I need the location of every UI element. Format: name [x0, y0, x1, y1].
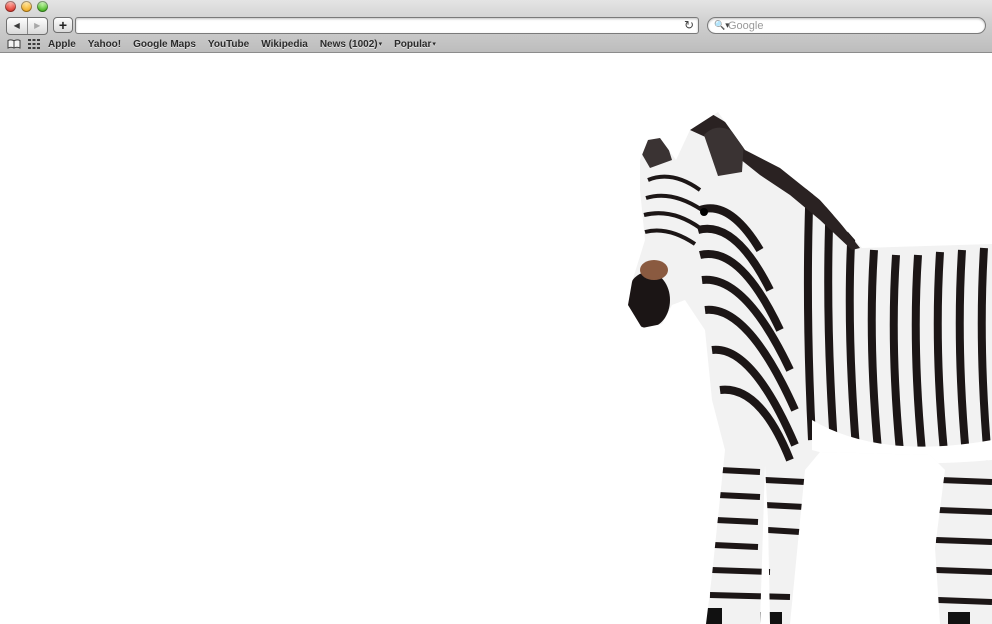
bookmark-folder-news[interactable]: News (1002)▾: [320, 39, 382, 50]
window-controls: [5, 1, 48, 12]
back-forward-group: ◀ ▶: [6, 17, 48, 35]
forward-button[interactable]: ▶: [26, 18, 48, 34]
reload-icon[interactable]: ↻: [684, 18, 694, 33]
minimize-window-button[interactable]: [21, 1, 32, 12]
chevron-down-icon: ▾: [432, 40, 436, 48]
close-window-button[interactable]: [5, 1, 16, 12]
bookmark-folder-label: News (1002): [319, 38, 378, 50]
back-arrow-icon: ◀: [13, 21, 20, 30]
plus-icon: +: [58, 17, 68, 33]
bookmark-apple[interactable]: Apple: [48, 39, 76, 50]
back-button[interactable]: ◀: [7, 18, 27, 34]
bookmark-yahoo[interactable]: Yahoo!: [88, 39, 121, 50]
book-icon[interactable]: [6, 37, 22, 51]
bookmark-folder-label: Popular: [394, 38, 432, 50]
search-field[interactable]: 🔍▾: [707, 17, 986, 34]
bookmark-google-maps[interactable]: Google Maps: [133, 39, 196, 50]
search-input[interactable]: [728, 18, 978, 33]
zoom-window-button[interactable]: [37, 1, 48, 12]
add-bookmark-button[interactable]: +: [53, 17, 73, 33]
bookmark-folder-popular[interactable]: Popular▾: [394, 39, 436, 50]
forward-arrow-icon: ▶: [34, 21, 41, 30]
bookmark-youtube[interactable]: YouTube: [208, 39, 249, 50]
page-content: [0, 53, 992, 624]
bookmarks-bar: Apple Yahoo! Google Maps YouTube Wikiped…: [0, 36, 992, 52]
zebra-image: [628, 112, 992, 624]
browser-toolbar: ◀ ▶ + ↻ 🔍▾ Google Apple Yahoo! Google Ma…: [0, 0, 992, 53]
browser-window: ◀ ▶ + ↻ 🔍▾ Google Apple Yahoo! Google Ma…: [0, 0, 992, 624]
grid-icon[interactable]: [26, 37, 42, 51]
address-input[interactable]: [80, 18, 680, 33]
address-bar[interactable]: ↻: [75, 17, 699, 34]
chevron-down-icon: ▾: [378, 40, 383, 48]
bookmark-wikipedia[interactable]: Wikipedia: [261, 39, 308, 50]
